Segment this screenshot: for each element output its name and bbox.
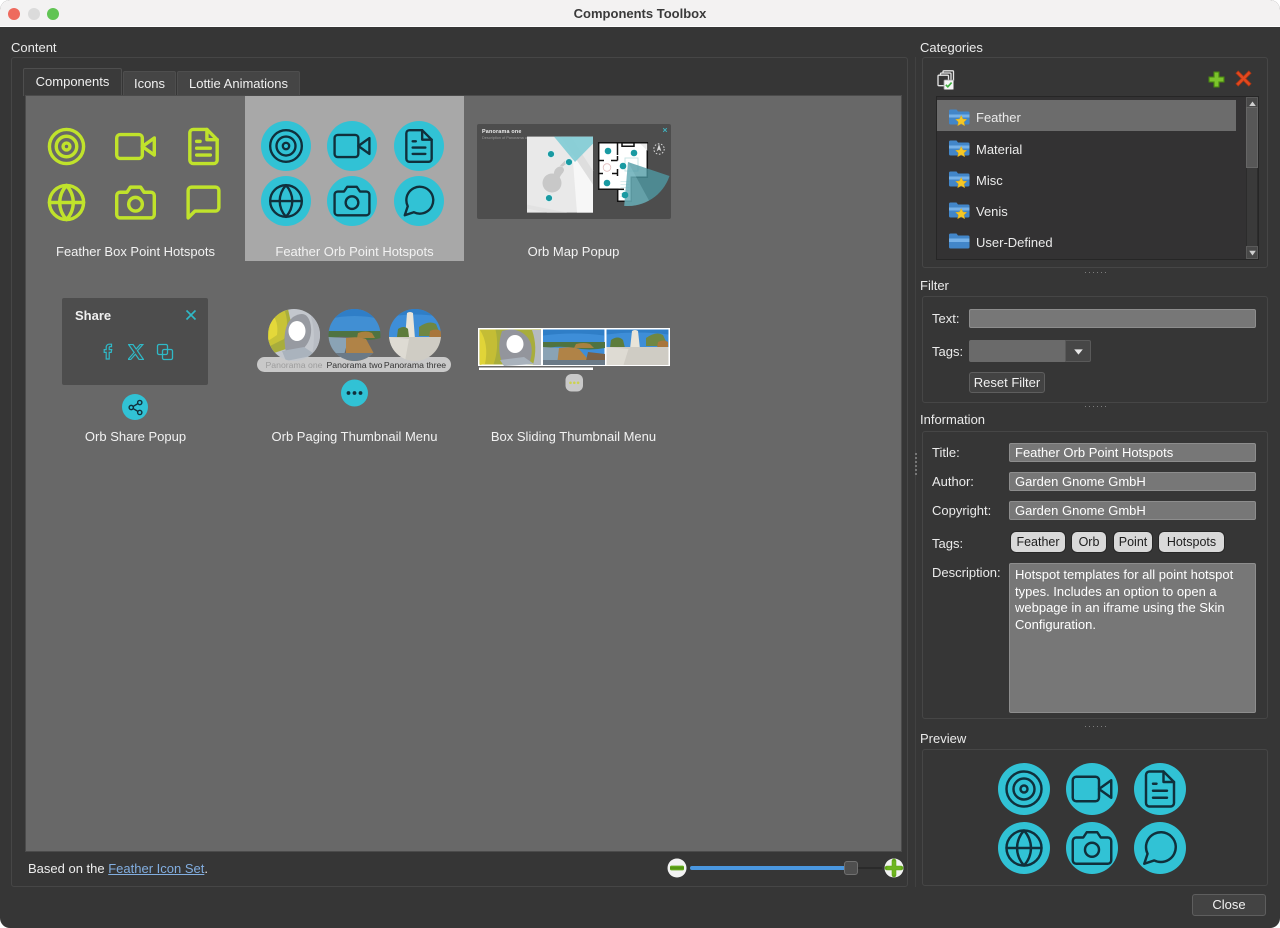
svg-text:Panorama one: Panorama one — [266, 360, 323, 370]
svg-text:Description of Panorama one: Description of Panorama one — [482, 136, 531, 140]
svg-text:Panorama three: Panorama three — [384, 360, 446, 370]
svg-text:Panorama one: Panorama one — [482, 129, 522, 135]
svg-text:Panorama two: Panorama two — [326, 360, 382, 370]
